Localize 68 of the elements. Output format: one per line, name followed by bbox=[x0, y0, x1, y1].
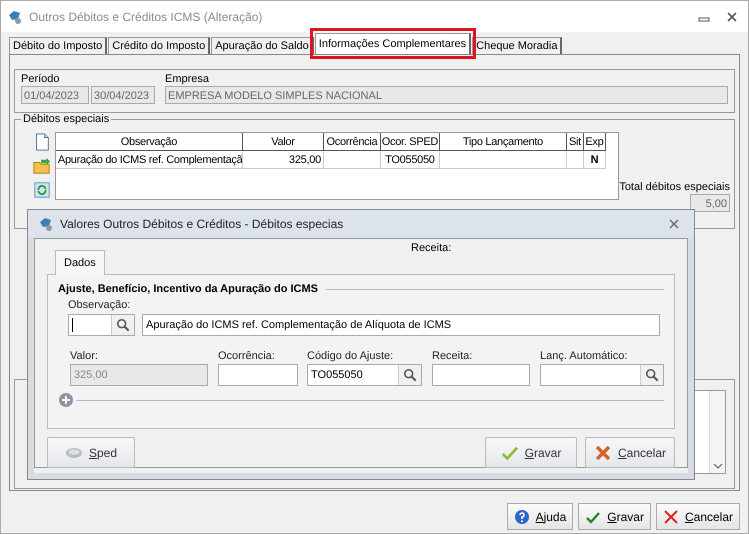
column-header[interactable]: Exp bbox=[584, 133, 606, 151]
dialog-button[interactable]: Sped bbox=[47, 437, 135, 468]
dialog-button[interactable]: Ajuda bbox=[506, 503, 574, 530]
field-label: Valor: bbox=[70, 349, 99, 364]
group-title: Débitos especiais bbox=[21, 113, 112, 125]
table-cell bbox=[324, 151, 381, 169]
folder-icon[interactable] bbox=[33, 156, 51, 176]
section-title: Ajuste, Benefício, Incentivo da Apuração do ICMS bbox=[58, 283, 318, 295]
field-label: Código do Ajuste: bbox=[307, 349, 394, 364]
field-label: Empresa bbox=[165, 72, 210, 86]
column-header[interactable]: Tipo Lançamento bbox=[440, 133, 567, 151]
input-field[interactable] bbox=[218, 364, 298, 386]
table-cell: TO055050 bbox=[380, 151, 440, 169]
observation-field[interactable]: Apuração do ICMS ref. Complementação de Alíquota de ICMS bbox=[142, 314, 660, 336]
new-document-icon[interactable] bbox=[33, 132, 51, 152]
column-header[interactable]: Sit bbox=[566, 133, 584, 151]
search-icon bbox=[645, 368, 659, 382]
field-label: Receita: bbox=[411, 242, 452, 254]
expand-icon[interactable] bbox=[58, 392, 74, 408]
tab[interactable]: Crédito do Imposto bbox=[108, 37, 210, 54]
total-field[interactable]: 5,00 bbox=[690, 194, 730, 212]
search-button[interactable] bbox=[111, 315, 134, 335]
dialog-button[interactable]: Gravar bbox=[578, 503, 651, 530]
search-icon bbox=[116, 318, 130, 332]
close-icon[interactable] bbox=[726, 10, 738, 22]
search-icon bbox=[403, 368, 417, 382]
tab[interactable]: Apuração do Saldo bbox=[211, 37, 314, 54]
input-field[interactable] bbox=[432, 364, 530, 386]
tab[interactable]: Dados bbox=[55, 250, 105, 275]
tab[interactable]: Débito do Imposto bbox=[9, 37, 108, 54]
tab[interactable]: Cheque Moradia bbox=[472, 37, 562, 54]
table-cell bbox=[566, 151, 584, 169]
column-header[interactable]: Ocor. SPED bbox=[380, 133, 440, 151]
dialog-button[interactable]: Gravar bbox=[485, 437, 577, 468]
field-label: Receita: bbox=[432, 349, 474, 364]
column-header[interactable]: Valor bbox=[242, 133, 324, 151]
app-icon bbox=[7, 8, 23, 24]
cross-icon bbox=[662, 508, 679, 524]
checkmark-icon bbox=[500, 444, 519, 460]
field-label: Total débitos especiais bbox=[619, 180, 730, 194]
refresh-icon[interactable] bbox=[33, 180, 51, 200]
search-button[interactable] bbox=[640, 365, 663, 385]
cross-icon bbox=[594, 444, 612, 460]
code-field[interactable] bbox=[68, 314, 135, 336]
window-title: Outros Débitos e Créditos ICMS (Alteração) bbox=[29, 10, 262, 24]
scroll-down-icon[interactable] bbox=[712, 463, 722, 469]
search-button[interactable] bbox=[398, 365, 421, 385]
input-field[interactable] bbox=[540, 364, 664, 386]
date-field[interactable]: 01/04/2023 bbox=[21, 86, 89, 104]
field-label: Lanç. Automático: bbox=[540, 349, 628, 364]
help-icon bbox=[514, 508, 530, 524]
table-cell: 325,00 bbox=[242, 151, 324, 169]
date-field[interactable]: 30/04/2023 bbox=[91, 86, 155, 104]
scrollbar[interactable] bbox=[709, 391, 725, 473]
memo-field[interactable] bbox=[694, 390, 726, 474]
company-field[interactable]: EMPRESA MODELO SIMPLES NACIONAL bbox=[165, 86, 728, 104]
table-cell: N bbox=[584, 151, 606, 169]
app-icon bbox=[38, 216, 54, 232]
dialog-title: Valores Outros Débitos e Créditos - Débitos especias bbox=[60, 217, 344, 231]
column-header[interactable]: Observação bbox=[56, 133, 243, 151]
input-field[interactable]: TO055050 bbox=[307, 364, 422, 386]
column-header[interactable]: Ocorrência bbox=[324, 133, 381, 151]
field-label: Observação: bbox=[68, 298, 132, 313]
dialog-button[interactable]: Cancelar bbox=[656, 503, 740, 530]
close-icon[interactable] bbox=[668, 218, 680, 230]
field-label: Ocorrência: bbox=[218, 349, 276, 364]
field-label: Período bbox=[21, 72, 61, 86]
dialog-button[interactable]: Cancelar bbox=[585, 437, 675, 468]
